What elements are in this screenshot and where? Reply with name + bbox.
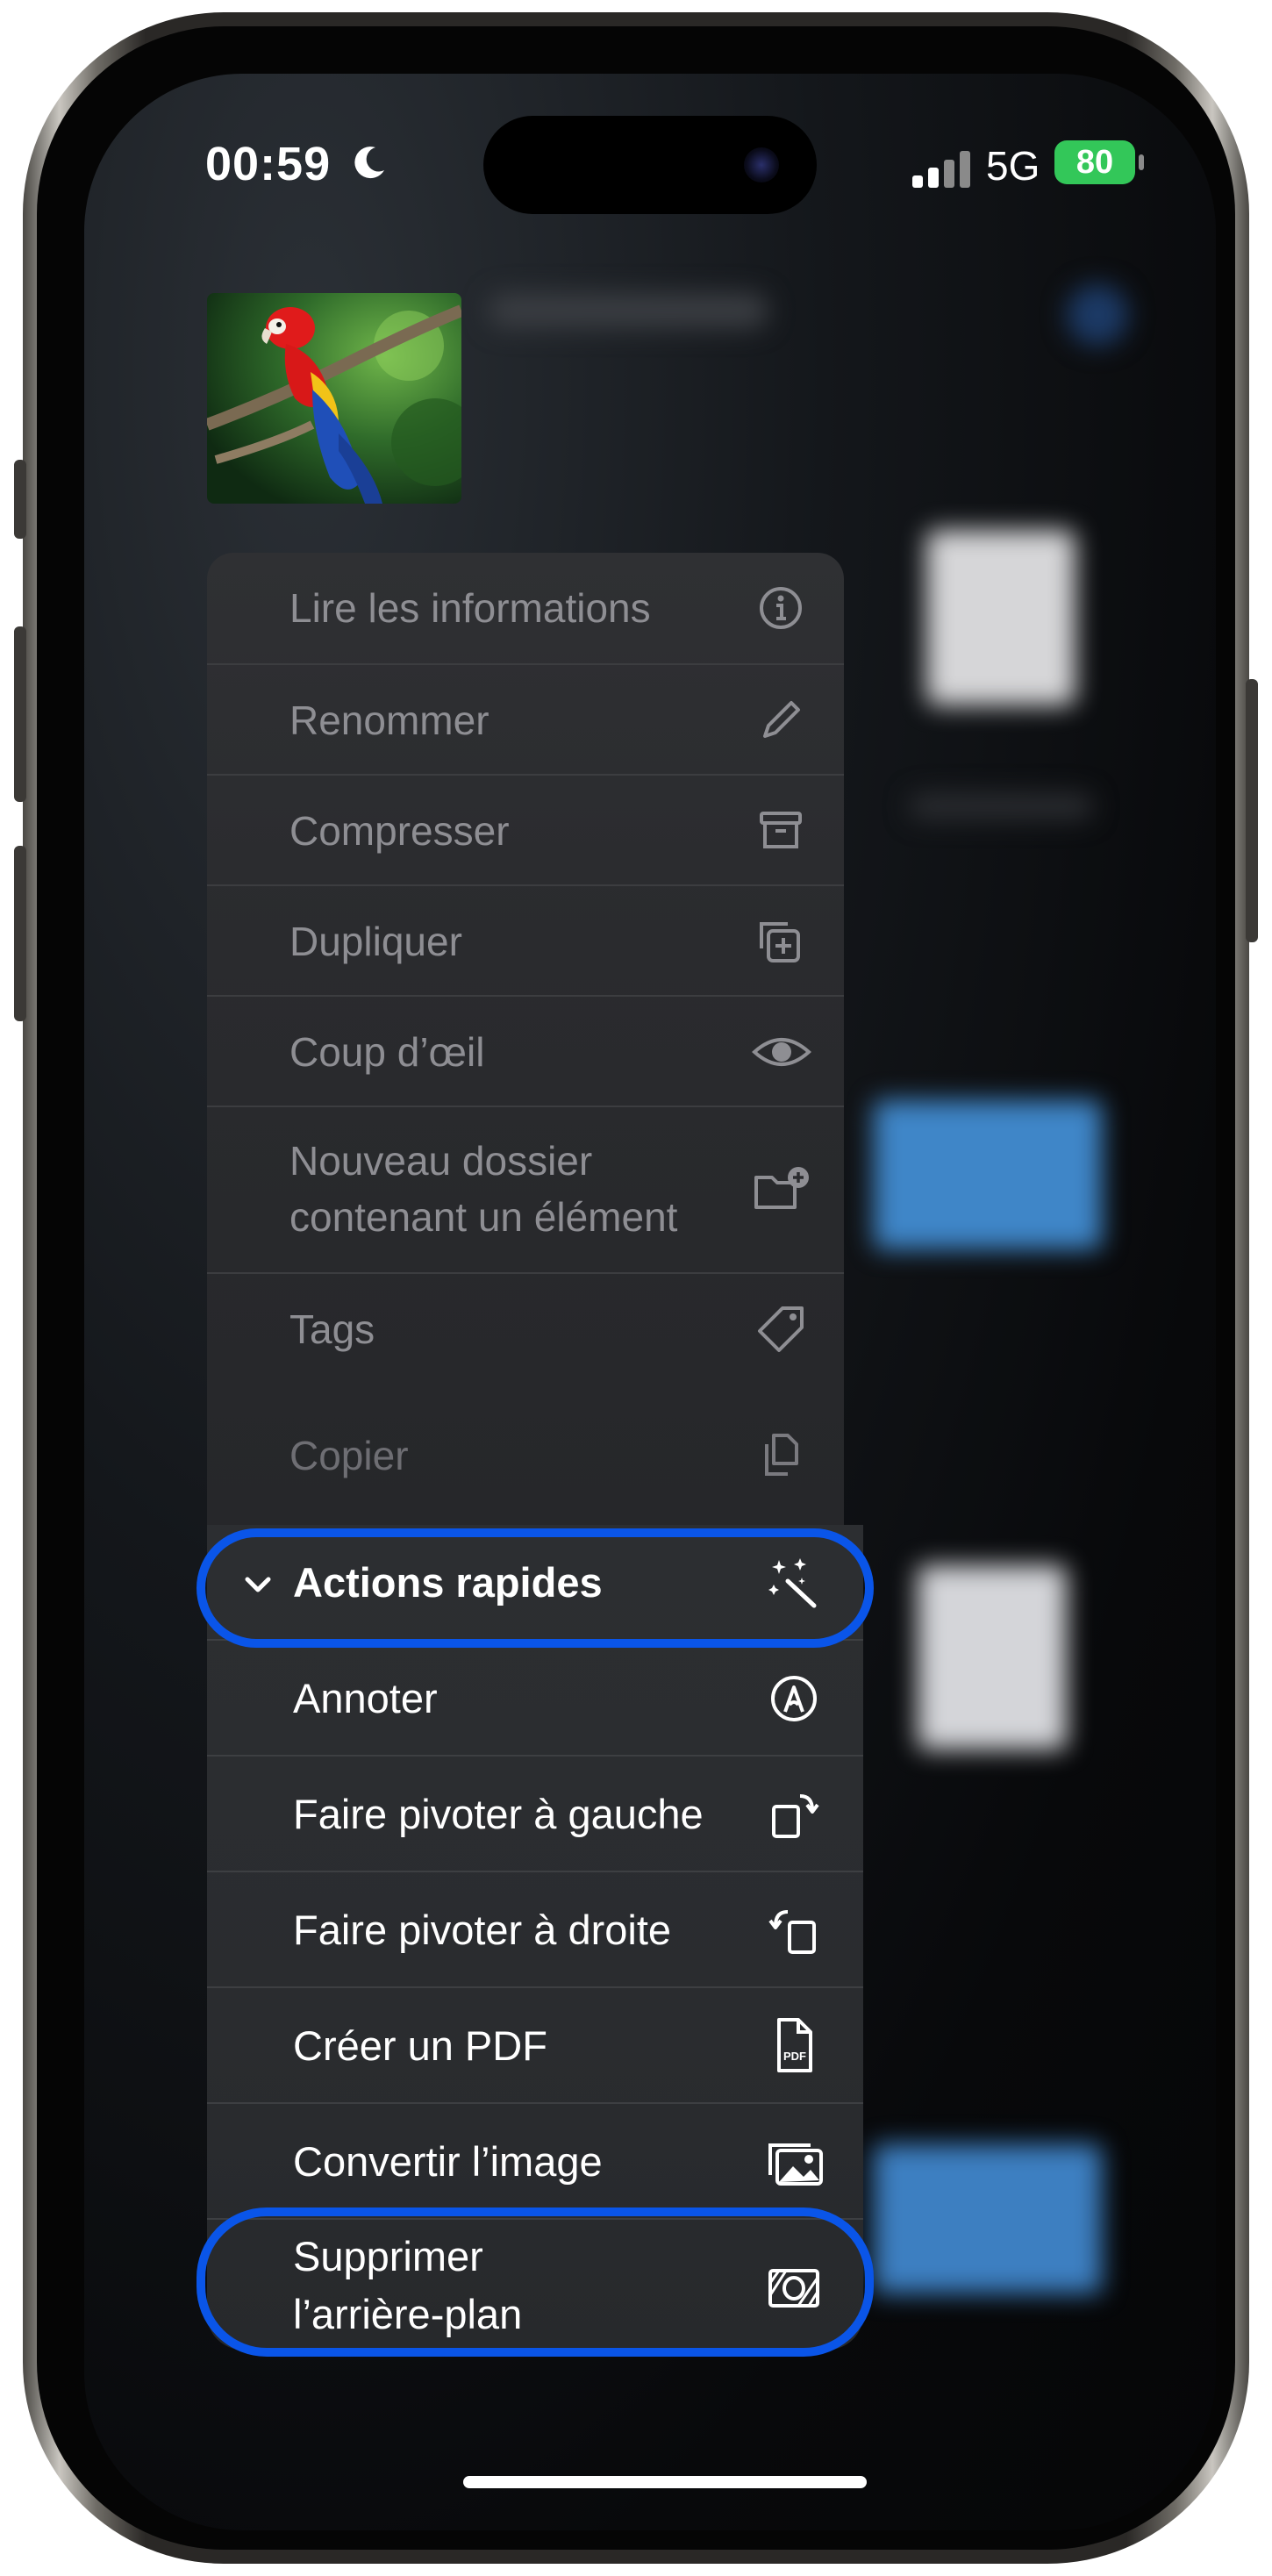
- blurred-file-tile: [926, 530, 1075, 705]
- volume-up-button: [14, 626, 26, 802]
- menu-item-label: Lire les informations: [289, 585, 651, 631]
- rotate-right-icon: [767, 1903, 821, 1957]
- menu-item-label: Tags: [289, 1306, 375, 1352]
- quick-action-create-pdf[interactable]: Créer un PDF PDF: [207, 1986, 863, 2104]
- bezel: 00:59 5G 80 Lire les informations Renomm…: [37, 26, 1235, 2550]
- menu-item-label: Renommer: [289, 698, 490, 743]
- markup-icon: [767, 1671, 821, 1726]
- front-camera: [744, 147, 779, 182]
- context-menu: Lire les informations Renommer Compresse…: [207, 553, 844, 1525]
- quick-action-label: Faire pivoter à droite: [293, 1907, 672, 1953]
- menu-item-label-line1: Nouveau dossier: [289, 1138, 593, 1184]
- menu-item-label: Compresser: [289, 808, 510, 854]
- quick-action-label: Annoter: [293, 1675, 438, 1721]
- menu-item-duplicate[interactable]: Dupliquer: [207, 884, 844, 997]
- phone-frame: 00:59 5G 80 Lire les informations Renomm…: [14, 12, 1258, 2564]
- copy-icon: [754, 1428, 807, 1481]
- signal-icon: [912, 149, 974, 188]
- menu-item-copy[interactable]: Copier: [207, 1383, 844, 1525]
- svg-text:PDF: PDF: [783, 2050, 806, 2063]
- tag-icon: [754, 1303, 807, 1356]
- network-type: 5G: [986, 143, 1040, 189]
- home-indicator[interactable]: [463, 2476, 867, 2488]
- quick-action-markup[interactable]: Annoter: [207, 1639, 863, 1757]
- menu-item-label: Coup d’œil: [289, 1029, 485, 1075]
- menu-item-compress[interactable]: Compresser: [207, 774, 844, 886]
- menu-item-quick-look[interactable]: Coup d’œil: [207, 995, 844, 1107]
- image-thumbnail[interactable]: [207, 293, 461, 504]
- screen: 00:59 5G 80 Lire les informations Renomm…: [84, 74, 1216, 2530]
- menu-item-label: Dupliquer: [289, 919, 462, 964]
- blurred-header-title: [488, 293, 768, 328]
- photos-icon: [767, 2135, 825, 2189]
- quick-action-label: Créer un PDF: [293, 2022, 547, 2069]
- quick-action-convert-image[interactable]: Convertir l’image: [207, 2102, 863, 2220]
- pencil-icon: [754, 694, 807, 747]
- quick-action-rotate-left[interactable]: Faire pivoter à gauche: [207, 1755, 863, 1872]
- quick-action-label: Convertir l’image: [293, 2138, 603, 2185]
- battery-icon: 80: [1054, 140, 1135, 184]
- eye-icon: [751, 1026, 812, 1078]
- info-icon: [754, 582, 807, 634]
- menu-item-tags[interactable]: Tags: [207, 1272, 844, 1385]
- rotate-left-icon: [767, 1787, 821, 1842]
- action-button: [14, 460, 26, 539]
- quick-action-rotate-right[interactable]: Faire pivoter à droite: [207, 1871, 863, 1988]
- menu-item-label-line2: contenant un élément: [289, 1194, 678, 1240]
- status-time: 00:59: [205, 138, 332, 190]
- moon-icon: [349, 144, 388, 182]
- highlight-remove-background: [197, 2207, 874, 2357]
- menu-item-rename[interactable]: Renommer: [207, 663, 844, 776]
- menu-item-label: Copier: [289, 1433, 409, 1478]
- blurred-photo-tile: [874, 1100, 1102, 1249]
- menu-item-new-folder-with-item[interactable]: Nouveau dossier contenant un élément: [207, 1106, 844, 1274]
- blurred-document-tile: [918, 1565, 1067, 1750]
- duplicate-icon: [754, 915, 807, 968]
- volume-down-button: [14, 846, 26, 1021]
- folder-plus-icon: [751, 1163, 812, 1216]
- battery-level: 80: [1075, 144, 1114, 181]
- blurred-header-button: [1067, 284, 1128, 346]
- menu-item-get-info[interactable]: Lire les informations: [207, 553, 844, 663]
- power-button: [1246, 679, 1258, 942]
- pdf-icon: PDF: [767, 2016, 821, 2074]
- blurred-file-caption: [909, 793, 1093, 819]
- battery-tip: [1139, 154, 1144, 170]
- archive-icon: [754, 805, 807, 857]
- blurred-folder-tile: [874, 2144, 1102, 2293]
- highlight-quick-actions: [197, 1528, 874, 1648]
- quick-action-label: Faire pivoter à gauche: [293, 1791, 704, 1837]
